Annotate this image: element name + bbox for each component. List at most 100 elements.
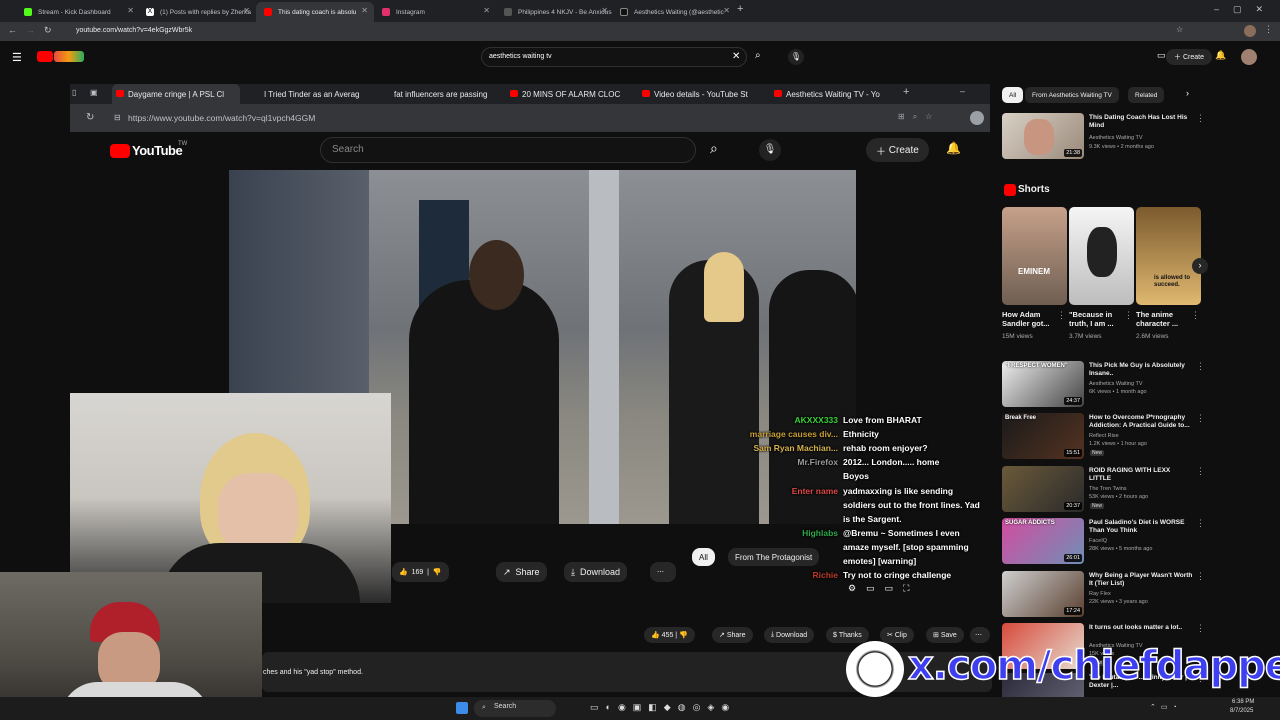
close-icon[interactable]: ✕ (127, 6, 134, 15)
video-menu-icon[interactable]: ⋮ (1196, 413, 1205, 424)
short-title[interactable]: "Because in truth, I am ... (1069, 310, 1129, 329)
clock-time[interactable]: 6:38 PM (1232, 699, 1254, 705)
video-channel[interactable]: Reflect Rise (1089, 433, 1199, 440)
chip-from-protagonist[interactable]: From The Protagonist (728, 548, 820, 566)
download-button[interactable]: ⤓ Download (564, 562, 628, 582)
like-button[interactable]: 👍 169 | 👎 (392, 562, 449, 582)
window-controls[interactable]: –▢✕ (1214, 4, 1277, 15)
notifications-bell-icon[interactable]: 🔔 (946, 141, 961, 155)
video-title[interactable]: ROID RAGING WITH LEXX LITTLE (1089, 467, 1193, 484)
chevron-right-icon[interactable]: › (1186, 88, 1189, 98)
short-menu-icon[interactable]: ⋮ (1057, 310, 1066, 321)
short-thumbnail[interactable]: EMINEM (1002, 207, 1067, 305)
inner-url-field[interactable]: https://www.youtube.com/watch?v=ql1vpch4… (128, 113, 315, 123)
inner-tab-active[interactable]: Daygame cringe | A PSL Cl (112, 84, 240, 104)
microphone-icon[interactable]: 🎙 (759, 139, 781, 161)
address-actions-icon[interactable]: ⊞⌕☆ (898, 112, 940, 122)
video-menu-icon[interactable]: ⋮ (1196, 518, 1205, 529)
new-tab-icon[interactable]: + (903, 86, 909, 98)
minimize-icon[interactable]: – (960, 86, 965, 96)
video-thumbnail[interactable]: 21:38 (1002, 113, 1084, 159)
sidebar-toggle-icon[interactable]: ▯ (72, 88, 76, 97)
browser-tab[interactable]: X (1) Posts with replies by Zherka ✕ (138, 2, 256, 22)
shorts-next-icon[interactable]: › (1192, 258, 1208, 274)
pinned-apps[interactable]: ▭◐◉▣◧◆◍◎◈◉ (590, 702, 736, 713)
more-actions-icon[interactable]: ⋯ (970, 627, 990, 643)
inner-search-input[interactable] (320, 137, 696, 163)
video-menu-icon[interactable]: ⋮ (1196, 361, 1205, 372)
inner-tab[interactable]: I Tried Tinder as an Averag (248, 84, 360, 104)
browser-tab[interactable]: Aesthetics Waiting (@aesthetic ✕ (612, 2, 736, 22)
browser-tab[interactable]: Instagram ✕ (374, 2, 496, 22)
share-button[interactable]: ↗ Share (496, 562, 547, 582)
video-thumbnail[interactable]: Break Free 15:51 (1002, 413, 1084, 459)
video-menu-icon[interactable]: ⋮ (1196, 623, 1205, 634)
player-controls[interactable]: ⚙▭▭⛶ (848, 583, 919, 594)
search-icon[interactable]: ⌕ (755, 50, 761, 61)
short-title[interactable]: The anime character ... (1136, 310, 1196, 329)
browser-tab-active[interactable]: This dating coach is absolu ✕ (256, 2, 374, 22)
youtube-logo[interactable] (37, 51, 53, 62)
video-title[interactable]: It turns out looks matter a lot.. (1089, 624, 1193, 632)
reload-icon[interactable]: ↻ (44, 25, 52, 36)
create-button[interactable]: ＋ Create (866, 138, 929, 162)
video-channel[interactable]: The Tren Twins (1089, 486, 1199, 493)
reload-icon[interactable]: ↻ (86, 112, 94, 123)
profile-avatar[interactable] (970, 111, 984, 125)
video-title[interactable]: This Dating Coach Has Lost His Mind (1089, 114, 1193, 131)
youtube-doodle-logo[interactable] (54, 51, 84, 62)
site-info-icon[interactable]: ⊟ (114, 113, 121, 122)
outer-like-button[interactable]: 👍 455 | 👎 (644, 627, 695, 643)
short-title[interactable]: How Adam Sandler got... (1002, 310, 1062, 329)
notifications-bell-icon[interactable]: 🔔 (1215, 50, 1226, 61)
video-title[interactable]: This Pick Me Guy is Absolutely Insane.. (1089, 362, 1193, 379)
new-tab-icon[interactable]: + (737, 3, 743, 15)
inner-tab[interactable]: fat influencers are passing (378, 84, 488, 104)
bookmark-star-icon[interactable]: ☆ (1176, 25, 1183, 34)
close-icon[interactable]: ✕ (361, 6, 368, 15)
close-icon[interactable]: ✕ (483, 6, 490, 15)
video-channel[interactable]: Ray Flex (1089, 591, 1199, 598)
video-menu-icon[interactable]: ⋮ (1196, 113, 1205, 124)
clip-button[interactable]: ✂ Clip (880, 627, 914, 643)
search-input[interactable]: aesthetics waiting tv ✕ (481, 47, 747, 67)
search-icon[interactable]: ⌕ (710, 140, 718, 157)
video-menu-icon[interactable]: ⋮ (1196, 466, 1205, 477)
account-avatar[interactable] (1241, 49, 1257, 65)
chip-from-channel[interactable]: From Aesthetics Waiting TV (1025, 87, 1119, 103)
chip-related[interactable]: Related (1128, 87, 1165, 103)
clear-search-icon[interactable]: ✕ (732, 51, 740, 62)
short-thumbnail[interactable]: is allowed to succeed. (1136, 207, 1201, 305)
youtube-logo-icon[interactable] (110, 144, 130, 158)
video-channel[interactable]: Aesthetics Waiting TV (1089, 381, 1199, 388)
forward-icon[interactable]: → (26, 25, 35, 35)
video-thumbnail[interactable]: "I RESPECT WOMEN" 24:37 (1002, 361, 1084, 407)
close-icon[interactable]: ✕ (601, 6, 608, 15)
outer-share-button[interactable]: ↗ Share (712, 627, 753, 643)
microphone-icon[interactable]: 🎙 (788, 49, 804, 65)
inner-tab[interactable]: Video details - YouTube St (638, 84, 748, 104)
video-channel[interactable]: Aesthetics Waiting TV (1089, 135, 1199, 142)
video-thumbnail[interactable]: 20:37 (1002, 466, 1084, 512)
back-icon[interactable]: ← (8, 25, 17, 35)
profile-avatar[interactable] (1244, 25, 1256, 37)
video-title[interactable]: Paul Saladino's Diet is WORSE Than You T… (1089, 519, 1193, 536)
browser-tab[interactable]: Stream - Kick Dashboard ✕ (16, 2, 140, 22)
video-title[interactable]: How to Overcome P*rnography Addiction: A… (1089, 414, 1193, 431)
more-actions-icon[interactable]: ⋯ (650, 562, 676, 582)
system-tray-icons[interactable]: ⌃▭◔ (1150, 703, 1182, 711)
close-icon[interactable]: ✕ (243, 6, 250, 15)
url-field[interactable]: youtube.com/watch?v=4ekGgzWbr5k (76, 27, 192, 34)
thanks-button[interactable]: $ Thanks (826, 627, 869, 643)
menu-kebab-icon[interactable]: ⋮ (1264, 24, 1273, 35)
video-channel[interactable]: FaceIQ (1089, 538, 1199, 545)
video-thumbnail[interactable]: 17:24 (1002, 571, 1084, 617)
outer-download-button[interactable]: ⤓ Download (764, 627, 815, 643)
chip-all[interactable]: All (692, 548, 715, 566)
tab-grid-icon[interactable]: ▣ (90, 88, 98, 97)
short-thumbnail[interactable] (1069, 207, 1134, 305)
create-button[interactable]: ＋ Create (1166, 49, 1212, 65)
video-menu-icon[interactable]: ⋮ (1196, 571, 1205, 582)
browser-tab[interactable]: Philippines 4 NKJV - Be Anxious ✕ (496, 2, 614, 22)
inner-tab[interactable]: Aesthetics Waiting TV - Yo (770, 84, 882, 104)
